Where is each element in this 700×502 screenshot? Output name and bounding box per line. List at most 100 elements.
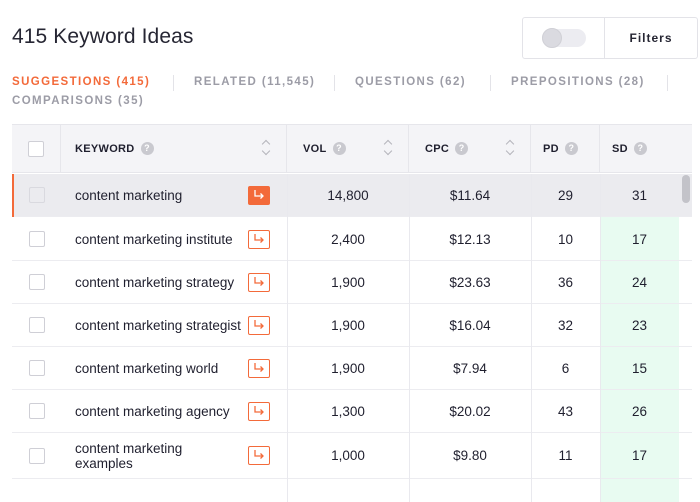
sd-cell: 24 [631,274,648,290]
sd-cell: 26 [631,403,648,419]
view-toggle[interactable] [541,28,586,48]
row-checkbox[interactable] [28,403,45,419]
table-row[interactable]: content marketing agency 1,300 $20.02 43… [12,390,692,433]
tab-prepositions[interactable]: PREPOSITIONS (28) [511,76,645,88]
sd-cell: 17 [631,448,648,463]
keyword-cell: content marketing examples [75,433,235,478]
select-all-checkbox[interactable] [28,140,44,157]
column-divider [287,174,288,502]
cpc-cell: $20.02 [449,403,491,419]
column-divider [600,174,601,502]
row-checkbox[interactable] [28,360,45,376]
table-row[interactable]: content marketing examples 1,000 $9.80 1… [12,433,692,479]
table-row[interactable]: content marketing world 1,900 $7.94 6 15 [12,347,692,390]
tab-questions[interactable]: QUESTIONS (62) [355,76,466,88]
row-select [12,218,61,260]
arrow-return-right-icon[interactable] [248,273,270,292]
arrow-return-right-icon[interactable] [248,402,270,421]
keyword-text: content marketing [75,187,183,203]
row-select [12,261,61,303]
toggle-area [523,18,605,58]
table-row[interactable]: content marketing strategy 1,900 $23.63 … [12,261,692,304]
filters-button[interactable]: Filters [605,18,697,58]
column-divider [531,174,532,502]
header-cpc-label: CPC [425,142,450,155]
cpc-cell: $9.80 [453,448,487,463]
vol-cell: 1,900 [331,360,365,376]
column-divider [409,174,410,502]
table-header: KEYWORD ? VOL ? CPC ? PD ? SD ? [12,124,692,173]
table-row[interactable]: content marketing 14,800 $11.64 29 31 [12,174,692,217]
sd-cell: 17 [631,231,648,247]
row-select [12,433,61,478]
help-icon[interactable]: ? [455,142,469,155]
keyword-cell: content marketing agency [75,390,275,432]
row-checkbox[interactable] [28,447,45,464]
pd-cell: 32 [557,317,574,333]
page-title: 415 Keyword Ideas [12,25,194,48]
tab-divider [490,75,491,91]
keyword-text: content marketing examples [75,440,183,471]
header-sd[interactable]: SD ? [600,125,679,172]
arrow-return-right-icon[interactable] [248,186,270,205]
table-row[interactable]: content marketing strategist 1,900 $16.0… [12,304,692,347]
sd-cell: 23 [631,317,648,333]
help-icon[interactable]: ? [564,142,578,155]
tab-divider [173,75,174,91]
keyword-cell: content marketing institute [75,218,275,260]
header-pd-label: PD [543,142,559,155]
row-checkbox[interactable] [28,274,45,290]
pd-cell: 10 [557,231,574,247]
table-scrollbar[interactable] [682,175,690,203]
cpc-cell: $23.63 [449,274,491,290]
row-select [12,347,61,389]
pd-cell: 11 [558,448,573,463]
top-controls: Filters [522,17,698,59]
vol-cell: 1,000 [331,448,365,463]
tab-comparisons[interactable]: COMPARISONS (35) [12,95,144,107]
vol-cell: 2,400 [331,231,365,247]
help-icon[interactable]: ? [332,142,346,155]
cpc-cell: $7.94 [453,360,487,376]
keyword-text: content marketing strategy [75,274,235,290]
pd-cell: 6 [561,360,570,376]
header-vol[interactable]: VOL ? [287,125,409,172]
header-select-all [12,125,61,172]
tab-divider [334,75,335,91]
row-select [12,390,61,432]
vol-cell: 1,900 [331,274,365,290]
row-checkbox[interactable] [28,317,45,333]
table-row[interactable]: content marketing institute 2,400 $12.13… [12,218,692,261]
cpc-cell: $11.64 [449,187,491,203]
pd-cell: 43 [557,403,574,419]
sort-icon[interactable] [506,140,516,156]
row-select [12,304,61,346]
arrow-return-right-icon[interactable] [248,316,270,335]
tab-related[interactable]: RELATED (11,545) [194,76,315,88]
arrow-return-right-icon[interactable] [248,446,270,465]
toggle-knob[interactable] [541,28,562,48]
cpc-cell: $12.13 [449,231,491,247]
tab-suggestions[interactable]: SUGGESTIONS (415) [12,76,150,88]
row-select [12,174,61,216]
arrow-return-right-icon[interactable] [248,359,270,378]
vol-cell: 1,900 [331,317,365,333]
row-checkbox[interactable] [28,187,45,203]
help-icon[interactable]: ? [140,142,154,155]
keyword-table: KEYWORD ? VOL ? CPC ? PD ? SD ? content … [12,124,692,502]
header-cpc[interactable]: CPC ? [409,125,531,172]
header-keyword-label: KEYWORD [75,142,135,155]
keyword-cell: content marketing world [75,347,275,389]
vol-cell: 14,800 [327,187,369,203]
sort-icon[interactable] [262,140,272,156]
row-checkbox[interactable] [28,231,45,247]
help-icon[interactable]: ? [633,142,647,155]
header-vol-label: VOL [303,142,327,155]
pd-cell: 36 [557,274,574,290]
sort-icon[interactable] [384,140,394,156]
header-pd[interactable]: PD ? [531,125,600,172]
sd-cell: 15 [631,360,648,376]
arrow-return-right-icon[interactable] [248,230,270,249]
header-keyword[interactable]: KEYWORD ? [61,125,287,172]
vol-cell: 1,300 [331,403,365,419]
